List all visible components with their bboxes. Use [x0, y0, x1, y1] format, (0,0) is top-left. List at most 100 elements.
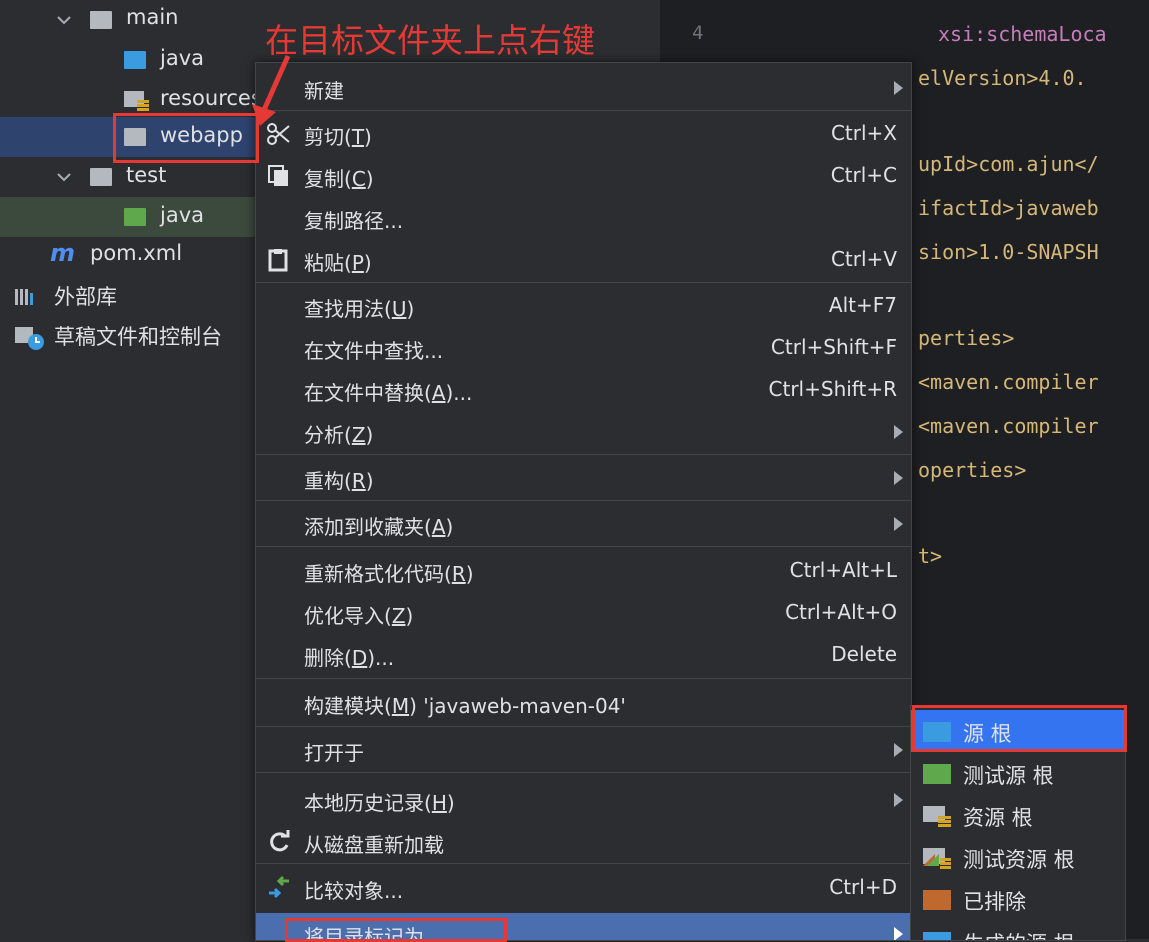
menu-item-new[interactable]: 新建 [256, 67, 911, 109]
submenu-arrow-icon [894, 743, 903, 757]
submenu-item-label: 测试源 根 [963, 764, 1054, 788]
menu-item-paste[interactable]: 粘贴(P) Ctrl+V [256, 239, 911, 281]
test-resources-folder-icon [923, 848, 951, 869]
menu-item-label: 在文件中替换(A)... [304, 381, 473, 405]
menu-item-label: 复制(C) [304, 167, 374, 191]
submenu-arrow-icon [894, 517, 903, 531]
submenu-item-label: 已排除 [963, 890, 1026, 914]
code-line: perties> [918, 326, 1015, 350]
menu-separator [256, 282, 911, 283]
maven-m-icon: m [50, 239, 76, 267]
menu-item-open-in[interactable]: 打开于 [256, 729, 911, 771]
chevron-down-icon[interactable] [54, 10, 74, 30]
library-icon [15, 289, 33, 305]
resources-root-folder-icon [923, 806, 951, 827]
code-line: elVersion>4.0. [918, 66, 1087, 90]
menu-item-add-to-favorites[interactable]: 添加到收藏夹(A) [256, 503, 911, 545]
menu-item-shortcut: Ctrl+X [830, 121, 897, 145]
submenu-item-label: 生成的源 根 [963, 928, 1075, 940]
code-line: ifactId>javaweb [918, 196, 1099, 220]
menu-separator [256, 500, 911, 501]
submenu-item-resources-root[interactable]: 资源 根 [911, 794, 1125, 836]
menu-item-refactor[interactable]: 重构(R) [256, 457, 911, 499]
test-source-folder-icon [124, 208, 146, 226]
menu-item-reload-from-disk[interactable]: 从磁盘重新加载 [256, 821, 911, 863]
code-line: upId>com.ajun</ [918, 152, 1099, 176]
menu-item-compare-with[interactable]: 比较对象... Ctrl+D [256, 867, 911, 909]
submenu-item-label: 测试资源 根 [963, 848, 1075, 872]
compare-arrows-icon [269, 875, 289, 899]
menu-item-label: 构建模块(M) 'javaweb-maven-04' [304, 694, 626, 718]
submenu-item-label: 资源 根 [963, 806, 1033, 830]
menu-item-label: 剪切(T) [304, 125, 372, 149]
menu-item-shortcut: Ctrl+C [830, 163, 897, 187]
code-line: sion>1.0-SNAPSH [918, 240, 1099, 264]
submenu-arrow-icon [894, 425, 903, 439]
tree-item-label: 草稿文件和控制台 [54, 325, 222, 349]
menu-item-find-usages[interactable]: 查找用法(U) Alt+F7 [256, 285, 911, 327]
submenu-item-generated-sources-root[interactable]: 生成的源 根 [911, 920, 1125, 940]
reload-icon [270, 830, 290, 852]
tree-item-label: 外部库 [54, 285, 117, 309]
copy-icon [268, 165, 288, 186]
menu-separator [256, 110, 911, 111]
menu-item-label: 打开于 [304, 741, 364, 765]
menu-item-label: 分析(Z) [304, 423, 374, 447]
menu-item-label: 从磁盘重新加载 [304, 833, 444, 857]
menu-item-replace-in-files[interactable]: 在文件中替换(A)... Ctrl+Shift+R [256, 369, 911, 411]
submenu-arrow-icon [894, 471, 903, 485]
sources-root-highlight-box [912, 705, 1127, 752]
tree-item-label: main [126, 5, 179, 29]
scratch-icon [15, 327, 44, 350]
tree-item-label: java [160, 203, 204, 227]
webapp-highlight-box [113, 113, 259, 163]
submenu-arrow-icon [894, 927, 903, 940]
code-line: <maven.compiler [918, 370, 1099, 394]
submenu-item-excluded[interactable]: 已排除 [911, 878, 1125, 920]
paste-icon [268, 249, 288, 272]
menu-item-copy[interactable]: 复制(C) Ctrl+C [256, 155, 911, 197]
excluded-folder-icon [923, 890, 951, 910]
menu-item-shortcut: Ctrl+D [829, 875, 897, 899]
code-text: xsi:schemaLoca [938, 22, 1107, 46]
code-line: xsi:schemaLoca [938, 22, 1107, 46]
test-sources-folder-icon [923, 764, 951, 784]
submenu-arrow-icon [894, 793, 903, 807]
folder-icon [90, 11, 112, 29]
menu-item-label: 本地历史记录(H) [304, 791, 455, 815]
annotation-text: 在目标文件夹上点右键 [265, 21, 595, 60]
menu-item-label: 重构(R) [304, 469, 374, 493]
menu-item-reformat-code[interactable]: 重新格式化代码(R) Ctrl+Alt+L [256, 550, 911, 592]
menu-item-optimize-imports[interactable]: 优化导入(Z) Ctrl+Alt+O [256, 592, 911, 634]
menu-item-label: 添加到收藏夹(A) [304, 515, 454, 539]
code-line: operties> [918, 458, 1027, 482]
menu-item-label: 复制路径... [304, 209, 404, 233]
menu-separator [256, 454, 911, 455]
menu-item-cut[interactable]: 剪切(T) Ctrl+X [256, 113, 911, 155]
menu-item-label: 在文件中查找... [304, 339, 444, 363]
submenu-item-test-resources-root[interactable]: 测试资源 根 [911, 836, 1125, 878]
menu-item-find-in-files[interactable]: 在文件中查找... Ctrl+Shift+F [256, 327, 911, 369]
menu-item-shortcut: Ctrl+Alt+L [789, 558, 897, 582]
menu-item-build-module[interactable]: 构建模块(M) 'javaweb-maven-04' [256, 682, 911, 724]
submenu-item-test-sources-root[interactable]: 测试源 根 [911, 752, 1125, 794]
menu-item-local-history[interactable]: 本地历史记录(H) [256, 779, 911, 821]
menu-separator [256, 772, 911, 773]
menu-item-shortcut: Ctrl+Shift+F [770, 335, 897, 359]
menu-item-label: 优化导入(Z) [304, 604, 414, 628]
source-folder-icon [124, 51, 146, 69]
menu-item-shortcut: Ctrl+V [830, 247, 897, 271]
menu-separator [256, 863, 911, 864]
context-menu: 新建 剪切(T) Ctrl+X 复制(C) Ctrl+C 复制路径... 粘贴(… [255, 62, 912, 941]
chevron-down-icon[interactable] [54, 167, 74, 187]
menu-item-shortcut: Alt+F7 [828, 293, 897, 317]
menu-item-copy-path[interactable]: 复制路径... [256, 197, 911, 239]
mark-directory-highlight-box [285, 918, 507, 942]
menu-item-label: 新建 [304, 79, 344, 103]
menu-item-delete[interactable]: 删除(D)... Delete [256, 634, 911, 676]
menu-item-shortcut: Ctrl+Shift+R [768, 377, 897, 401]
menu-separator [256, 546, 911, 547]
menu-separator [256, 678, 911, 679]
menu-item-analyze[interactable]: 分析(Z) [256, 411, 911, 453]
menu-item-label: 粘贴(P) [304, 251, 372, 275]
